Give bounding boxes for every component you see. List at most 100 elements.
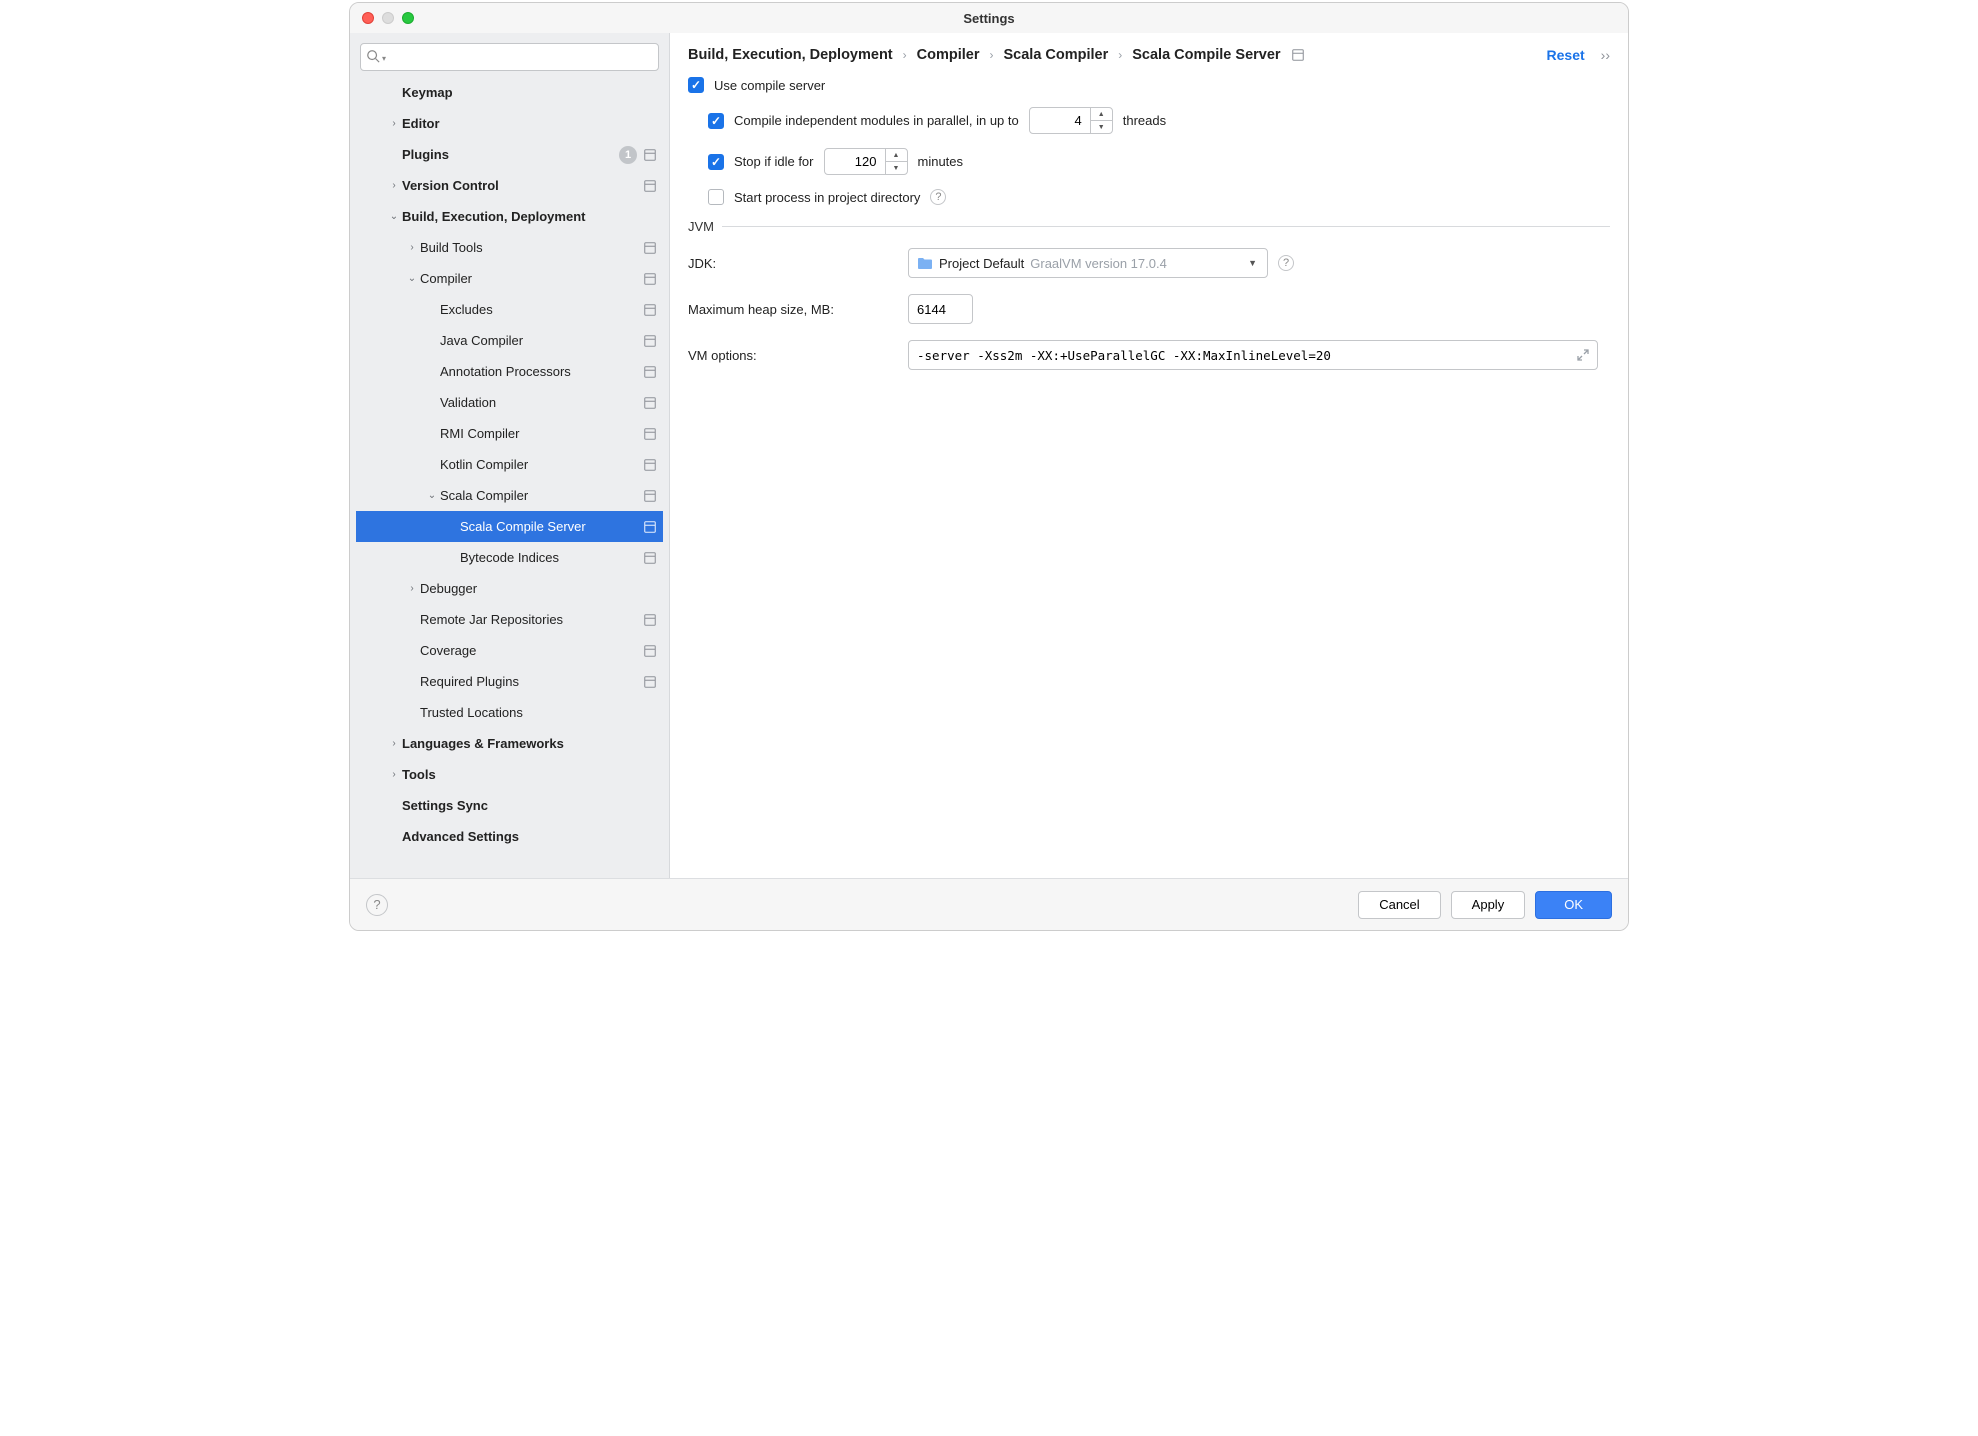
sidebar-item-annotation-processors[interactable]: Annotation Processors xyxy=(356,356,663,387)
reset-link[interactable]: Reset xyxy=(1547,47,1585,63)
sidebar-item-label: Editor xyxy=(402,116,657,131)
use-compile-server-checkbox[interactable] xyxy=(688,77,704,93)
sidebar-item-build-execution-deployment[interactable]: ⌄Build, Execution, Deployment xyxy=(356,201,663,232)
stepper-up-icon[interactable]: ▲ xyxy=(1091,108,1112,121)
window-title: Settings xyxy=(350,11,1628,26)
sidebar-item-kotlin-compiler[interactable]: Kotlin Compiler xyxy=(356,449,663,480)
stepper-down-icon[interactable]: ▼ xyxy=(1091,121,1112,133)
expand-icon[interactable] xyxy=(1569,341,1597,369)
search-input[interactable] xyxy=(360,43,659,71)
jdk-label: JDK: xyxy=(688,256,908,271)
heap-input[interactable] xyxy=(908,294,973,324)
stop-idle-checkbox[interactable] xyxy=(708,154,724,170)
sidebar-item-build-tools[interactable]: ›Build Tools xyxy=(356,232,663,263)
project-scope-icon xyxy=(643,613,657,627)
sidebar-item-java-compiler[interactable]: Java Compiler xyxy=(356,325,663,356)
sidebar-item-label: Tools xyxy=(402,767,657,782)
stepper-up-icon[interactable]: ▲ xyxy=(886,149,907,162)
sidebar-item-editor[interactable]: ›Editor xyxy=(356,108,663,139)
sidebar-item-label: Kotlin Compiler xyxy=(440,457,643,472)
start-in-project-label: Start process in project directory xyxy=(734,190,920,205)
folder-icon xyxy=(917,256,933,270)
sidebar-item-languages-frameworks[interactable]: ›Languages & Frameworks xyxy=(356,728,663,759)
stop-idle-suffix: minutes xyxy=(918,154,964,169)
sidebar-item-plugins[interactable]: Plugins1 xyxy=(356,139,663,170)
sidebar-item-label: Languages & Frameworks xyxy=(402,736,657,751)
main-panel: Build, Execution, Deployment › Compiler … xyxy=(670,33,1628,878)
sidebar-item-tools[interactable]: ›Tools xyxy=(356,759,663,790)
project-scope-icon xyxy=(643,520,657,534)
help-icon[interactable]: ? xyxy=(930,189,946,205)
sidebar-item-label: Excludes xyxy=(440,302,643,317)
sidebar-item-version-control[interactable]: ›Version Control xyxy=(356,170,663,201)
sidebar-item-remote-jar-repositories[interactable]: Remote Jar Repositories xyxy=(356,604,663,635)
jdk-select[interactable]: Project Default GraalVM version 17.0.4 ▼ xyxy=(908,248,1268,278)
sidebar-item-required-plugins[interactable]: Required Plugins xyxy=(356,666,663,697)
more-icon[interactable]: ›› xyxy=(1595,47,1610,63)
stop-idle-input[interactable] xyxy=(825,149,885,174)
breadcrumb-segment[interactable]: Build, Execution, Deployment xyxy=(688,47,893,63)
sidebar-item-keymap[interactable]: Keymap xyxy=(356,77,663,108)
sidebar-item-scala-compile-server[interactable]: Scala Compile Server xyxy=(356,511,663,542)
sidebar-item-label: Advanced Settings xyxy=(402,829,657,844)
jvm-section-header: JVM xyxy=(688,219,1610,234)
vm-options-field-wrapper xyxy=(908,340,1598,370)
chevron-down-icon: ▼ xyxy=(1248,258,1257,268)
sidebar-item-settings-sync[interactable]: Settings Sync xyxy=(356,790,663,821)
project-scope-icon xyxy=(643,458,657,472)
start-in-project-checkbox[interactable] xyxy=(708,189,724,205)
project-scope-icon xyxy=(643,365,657,379)
titlebar: Settings xyxy=(350,3,1628,33)
vm-options-label: VM options: xyxy=(688,348,908,363)
sidebar-item-debugger[interactable]: ›Debugger xyxy=(356,573,663,604)
sidebar-item-bytecode-indices[interactable]: Bytecode Indices xyxy=(356,542,663,573)
dialog-footer: ? Cancel Apply OK xyxy=(350,878,1628,930)
sidebar-item-validation[interactable]: Validation xyxy=(356,387,663,418)
update-count-badge: 1 xyxy=(619,146,637,164)
help-button[interactable]: ? xyxy=(366,894,388,916)
sidebar-item-coverage[interactable]: Coverage xyxy=(356,635,663,666)
chevron-right-icon: › xyxy=(404,242,420,253)
cancel-button[interactable]: Cancel xyxy=(1358,891,1440,919)
sidebar-item-label: Build, Execution, Deployment xyxy=(402,209,657,224)
chevron-right-icon: › xyxy=(386,118,402,129)
sidebar-item-excludes[interactable]: Excludes xyxy=(356,294,663,325)
breadcrumb-segment[interactable]: Compiler xyxy=(917,47,980,63)
parallel-threads-suffix: threads xyxy=(1123,113,1166,128)
settings-window: Settings ▾ Keymap ›EditorPlugins1›Versio… xyxy=(349,2,1629,931)
project-scope-icon xyxy=(643,551,657,565)
sidebar-item-label: Keymap xyxy=(402,85,657,100)
sidebar-item-label: Bytecode Indices xyxy=(460,550,643,565)
sidebar-item-label: Compiler xyxy=(420,271,643,286)
heap-label: Maximum heap size, MB: xyxy=(688,302,908,317)
sidebar-item-label: Version Control xyxy=(402,178,643,193)
parallel-threads-input[interactable] xyxy=(1030,108,1090,133)
sidebar-item-label: Annotation Processors xyxy=(440,364,643,379)
search-field-wrapper: ▾ xyxy=(360,43,659,71)
sidebar-item-compiler[interactable]: ⌄Compiler xyxy=(356,263,663,294)
breadcrumb-segment[interactable]: Scala Compiler xyxy=(1003,47,1108,63)
chevron-down-icon: ⌄ xyxy=(386,211,402,222)
sidebar-item-label: RMI Compiler xyxy=(440,426,643,441)
sidebar-item-advanced-settings[interactable]: Advanced Settings xyxy=(356,821,663,852)
jvm-section-label: JVM xyxy=(688,219,714,234)
compile-parallel-checkbox[interactable] xyxy=(708,113,724,129)
ok-button[interactable]: OK xyxy=(1535,891,1612,919)
sidebar-item-label: Build Tools xyxy=(420,240,643,255)
vm-options-input[interactable] xyxy=(909,341,1569,369)
sidebar-item-rmi-compiler[interactable]: RMI Compiler xyxy=(356,418,663,449)
project-scope-icon xyxy=(643,303,657,317)
project-scope-icon xyxy=(643,396,657,410)
use-compile-server-label: Use compile server xyxy=(714,78,825,93)
stepper-down-icon[interactable]: ▼ xyxy=(886,162,907,174)
jdk-value: Project Default xyxy=(939,256,1024,271)
sidebar-item-scala-compiler[interactable]: ⌄Scala Compiler xyxy=(356,480,663,511)
breadcrumb-bar: Build, Execution, Deployment › Compiler … xyxy=(670,33,1628,73)
sidebar-item-trusted-locations[interactable]: Trusted Locations xyxy=(356,697,663,728)
apply-button[interactable]: Apply xyxy=(1451,891,1526,919)
search-history-dropdown-icon[interactable]: ▾ xyxy=(382,54,386,63)
help-icon[interactable]: ? xyxy=(1278,255,1294,271)
chevron-right-icon: › xyxy=(386,769,402,780)
project-scope-icon xyxy=(643,241,657,255)
chevron-right-icon: › xyxy=(404,583,420,594)
